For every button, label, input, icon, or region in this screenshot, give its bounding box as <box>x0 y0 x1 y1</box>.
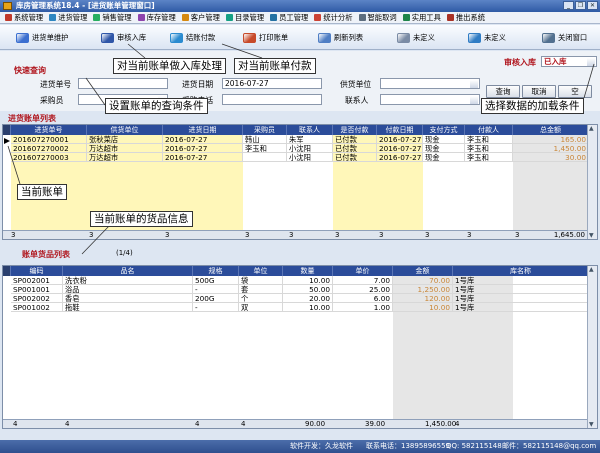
callout-goods-info: 当前账单的货品信息 <box>90 211 193 227</box>
callout-query: 设置账单的查询条件 <box>105 98 208 114</box>
callout-audit: 对当前账单做入库处理 <box>113 58 226 74</box>
callout-load: 选择数据的加载条件 <box>481 98 584 114</box>
callout-pay: 对当前账单付款 <box>234 58 316 74</box>
callout-current-order: 当前账单 <box>17 184 67 200</box>
